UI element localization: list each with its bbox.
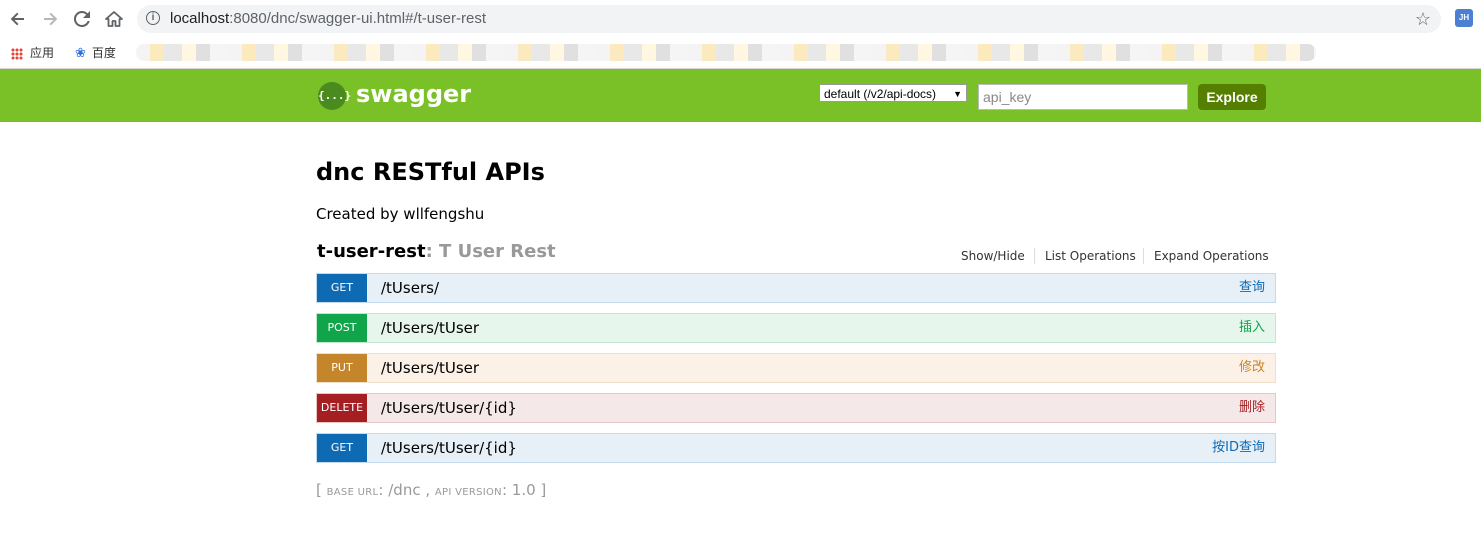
operation-post-tuser[interactable]: POST /tUsers/tUser 插入 bbox=[316, 313, 1276, 343]
apps-grid-icon bbox=[11, 47, 23, 60]
method-badge[interactable]: DELETE bbox=[317, 394, 367, 422]
bookmark-apps[interactable]: 应用 bbox=[11, 43, 54, 63]
swagger-header: {...} swagger default (/v2/api-docs) ▼ E… bbox=[0, 69, 1481, 122]
baidu-paw-icon: ❀ bbox=[75, 45, 86, 60]
resource-links: Show/Hide List Operations Expand Operati… bbox=[950, 248, 1275, 264]
operation-summary[interactable]: 按ID查询 bbox=[1212, 434, 1265, 462]
method-badge[interactable]: GET bbox=[317, 274, 367, 302]
operation-summary[interactable]: 修改 bbox=[1239, 354, 1265, 382]
url-text: localhost:8080/dnc/swagger-ui.html#/t-us… bbox=[170, 10, 486, 27]
operation-path[interactable]: /tUsers/tUser/{id} bbox=[381, 394, 517, 422]
operation-get-tusers[interactable]: GET /tUsers/ 查询 bbox=[316, 273, 1276, 303]
spec-select[interactable]: default (/v2/api-docs) ▼ bbox=[819, 84, 967, 102]
api-title: dnc RESTful APIs bbox=[316, 158, 545, 186]
forward-arrow-icon[interactable] bbox=[39, 8, 61, 30]
created-by: Created by wllfengshu bbox=[316, 205, 485, 223]
swagger-logo-icon[interactable]: {...} bbox=[318, 82, 351, 110]
reload-icon[interactable] bbox=[71, 8, 93, 30]
operation-summary[interactable]: 查询 bbox=[1239, 274, 1265, 302]
method-badge[interactable]: GET bbox=[317, 434, 367, 462]
resource-description: : T User Rest bbox=[425, 241, 556, 262]
show-hide-link[interactable]: Show/Hide bbox=[961, 248, 1025, 264]
method-badge[interactable]: PUT bbox=[317, 354, 367, 382]
api-key-input[interactable] bbox=[978, 84, 1188, 110]
operation-path[interactable]: /tUsers/tUser bbox=[381, 354, 479, 382]
list-operations-link[interactable]: List Operations bbox=[1045, 248, 1136, 264]
operation-put-tuser[interactable]: PUT /tUsers/tUser 修改 bbox=[316, 353, 1276, 383]
swagger-logo-text[interactable]: swagger bbox=[356, 80, 471, 108]
profile-avatar[interactable]: JH bbox=[1455, 9, 1473, 27]
operation-summary[interactable]: 插入 bbox=[1239, 314, 1265, 342]
operation-path[interactable]: /tUsers/ bbox=[381, 274, 439, 302]
base-url-value: : /dnc , bbox=[378, 481, 435, 499]
blurred-bookmarks bbox=[136, 44, 1316, 61]
operation-get-tuser-id[interactable]: GET /tUsers/tUser/{id} 按ID查询 bbox=[316, 433, 1276, 463]
browser-toolbar: i localhost:8080/dnc/swagger-ui.html#/t-… bbox=[0, 0, 1481, 38]
base-url-label: BASE URL bbox=[326, 487, 379, 498]
bookmark-baidu[interactable]: ❀ 百度 bbox=[75, 43, 116, 63]
resource-name[interactable]: t-user-rest bbox=[317, 241, 426, 262]
operation-path[interactable]: /tUsers/tUser/{id} bbox=[381, 434, 517, 462]
divider bbox=[1143, 248, 1144, 264]
method-badge[interactable]: POST bbox=[317, 314, 367, 342]
back-arrow-icon[interactable] bbox=[7, 8, 29, 30]
resource-header: t-user-rest: T User Rest bbox=[317, 241, 556, 262]
explore-button[interactable]: Explore bbox=[1198, 84, 1266, 110]
api-version-label: API VERSION bbox=[434, 487, 502, 498]
site-info-icon[interactable]: i bbox=[146, 11, 160, 25]
api-info-footer: [ BASE URL: /dnc , API VERSION: 1.0 ] bbox=[316, 481, 547, 499]
operation-summary[interactable]: 删除 bbox=[1239, 394, 1265, 422]
operation-delete-tuser-id[interactable]: DELETE /tUsers/tUser/{id} 删除 bbox=[316, 393, 1276, 423]
expand-operations-link[interactable]: Expand Operations bbox=[1154, 248, 1269, 264]
bookmark-star-icon[interactable]: ☆ bbox=[1415, 5, 1431, 33]
operation-path[interactable]: /tUsers/tUser bbox=[381, 314, 479, 342]
dropdown-arrow-icon: ▼ bbox=[953, 89, 962, 99]
home-icon[interactable] bbox=[103, 8, 125, 30]
divider bbox=[1034, 248, 1035, 264]
address-bar[interactable]: i localhost:8080/dnc/swagger-ui.html#/t-… bbox=[137, 5, 1441, 33]
api-version-value: : 1.0 ] bbox=[501, 481, 547, 499]
